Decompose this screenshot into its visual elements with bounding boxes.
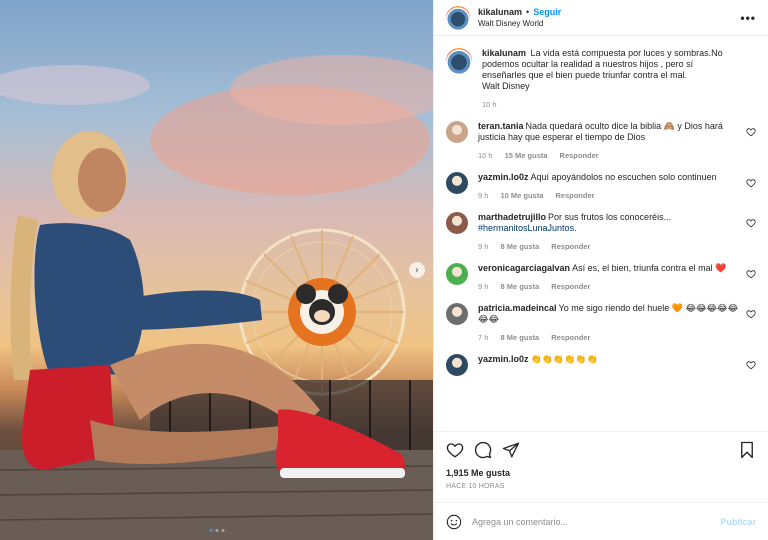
- reply-button[interactable]: Responder: [551, 333, 590, 342]
- carousel-dot-active: [209, 529, 212, 532]
- reply-button[interactable]: Responder: [551, 242, 590, 251]
- comment-text: Aquí apoyándolos no escuchen solo contin…: [530, 172, 717, 182]
- comment-body: marthadetrujillo Por sus frutos los conoc…: [478, 212, 743, 234]
- instagram-post-modal: › kikalunam • Seguir Walt Disney World •…: [0, 0, 768, 540]
- comment-likes[interactable]: 10 Me gusta: [500, 191, 543, 200]
- add-comment-bar: Publicar: [434, 502, 768, 540]
- comment-like-heart-icon[interactable]: [746, 309, 756, 319]
- likes-count[interactable]: 1,915 Me gusta: [446, 468, 756, 478]
- caption-body: kikalunam La vida está compuesta por luc…: [482, 48, 727, 92]
- comment-meta: 9 h 8 Me gusta Responder: [478, 242, 743, 251]
- reply-button[interactable]: Responder: [560, 151, 599, 160]
- post-header: kikalunam • Seguir Walt Disney World •••: [434, 0, 768, 36]
- commenter-avatar[interactable]: [446, 303, 468, 325]
- comment-time[interactable]: 10 h: [478, 151, 493, 160]
- action-icons: [446, 440, 756, 460]
- comment-like-heart-icon[interactable]: [746, 269, 756, 279]
- comment-input[interactable]: [472, 516, 711, 527]
- like-heart-icon[interactable]: [446, 441, 464, 459]
- follow-button[interactable]: Seguir: [533, 7, 561, 17]
- caption-author-avatar[interactable]: [446, 48, 472, 74]
- comment-meta: 7 h 8 Me gusta Responder: [478, 333, 743, 342]
- comment-text: Así es, el bien, triunfa contra el mal ❤…: [572, 263, 727, 273]
- caption-meta: 10 h: [482, 100, 727, 109]
- comments-list[interactable]: kikalunam La vida está compuesta por luc…: [434, 36, 768, 431]
- next-photo-button[interactable]: ›: [409, 262, 425, 278]
- comment-likes[interactable]: 8 Me gusta: [500, 333, 539, 342]
- caption-signature: Walt Disney: [482, 81, 530, 91]
- comment-like-heart-icon[interactable]: [746, 127, 756, 137]
- commenter-username[interactable]: teran.tania: [478, 121, 524, 131]
- commenter-avatar[interactable]: [446, 354, 468, 376]
- location-link[interactable]: Walt Disney World: [478, 19, 561, 28]
- commenter-username[interactable]: yazmin.lo0z: [478, 172, 529, 182]
- comment-row: yazmin.lo0z 👏👏👏👏👏👏: [446, 354, 756, 376]
- comment-text: 👏👏👏👏👏👏: [530, 354, 598, 364]
- commenter-avatar[interactable]: [446, 121, 468, 143]
- comment-row: marthadetrujillo Por sus frutos los conoc…: [446, 212, 756, 251]
- more-horizontal-icon[interactable]: •••: [740, 11, 756, 25]
- comment-likes[interactable]: 8 Me gusta: [500, 282, 539, 291]
- comment-meta: 10 h 15 Me gusta Responder: [478, 151, 743, 160]
- commenter-avatar[interactable]: [446, 263, 468, 285]
- comment-likes[interactable]: 15 Me gusta: [505, 151, 548, 160]
- post-side-panel: kikalunam • Seguir Walt Disney World •••…: [433, 0, 768, 540]
- post-caption: kikalunam La vida está compuesta por luc…: [446, 48, 756, 109]
- chevron-right-icon: ›: [415, 264, 419, 276]
- post-actions: 1,915 Me gusta HACE 10 HORAS: [434, 431, 768, 490]
- comment-row: veronicagarciagalvan Así es, el bien, tri…: [446, 263, 756, 291]
- carousel-indicator: [209, 529, 224, 532]
- author-username[interactable]: kikalunam: [478, 7, 522, 17]
- comment-like-heart-icon[interactable]: [746, 360, 756, 370]
- comment-like-heart-icon[interactable]: [746, 218, 756, 228]
- commenter-username[interactable]: marthadetrujillo: [478, 212, 546, 222]
- comment-text: Por sus frutos los conoceréis...: [548, 212, 672, 222]
- emoji-smiley-icon[interactable]: [446, 514, 462, 530]
- carousel-dot: [221, 529, 224, 532]
- carousel-dot: [215, 529, 218, 532]
- photo-illustration: [0, 55, 433, 540]
- share-paper-plane-icon[interactable]: [502, 441, 520, 459]
- comment-row: patricia.madeincal Yo me sigo riendo del …: [446, 303, 756, 342]
- comment-time[interactable]: 9 h: [478, 242, 488, 251]
- comment-meta: 9 h 8 Me gusta Responder: [478, 282, 743, 291]
- comment-time[interactable]: 7 h: [478, 333, 488, 342]
- separator-dot: •: [526, 7, 530, 17]
- caption-username[interactable]: kikalunam: [482, 48, 526, 58]
- author-avatar[interactable]: [446, 5, 470, 30]
- publish-button[interactable]: Publicar: [720, 517, 756, 527]
- comment-row: yazmin.lo0z Aquí apoyándolos no escuchen …: [446, 172, 756, 200]
- commenter-avatar[interactable]: [446, 172, 468, 194]
- comment-time[interactable]: 9 h: [478, 282, 488, 291]
- comment-likes[interactable]: 8 Me gusta: [500, 242, 539, 251]
- post-timestamp[interactable]: HACE 10 HORAS: [446, 483, 756, 490]
- comment-time[interactable]: 9 h: [478, 191, 488, 200]
- commenter-avatar[interactable]: [446, 212, 468, 234]
- comment-body: yazmin.lo0z 👏👏👏👏👏👏: [478, 354, 743, 365]
- reply-button[interactable]: Responder: [555, 191, 594, 200]
- comment-meta: 9 h 10 Me gusta Responder: [478, 191, 743, 200]
- author-line: kikalunam • Seguir: [478, 7, 561, 17]
- comment-body: veronicagarciagalvan Así es, el bien, tri…: [478, 263, 743, 274]
- bookmark-save-icon[interactable]: [738, 441, 756, 459]
- commenter-username[interactable]: patricia.madeincal: [478, 303, 557, 313]
- commenter-username[interactable]: yazmin.lo0z: [478, 354, 529, 364]
- comment-body: yazmin.lo0z Aquí apoyándolos no escuchen …: [478, 172, 743, 183]
- post-photo[interactable]: ›: [0, 0, 433, 540]
- commenter-username[interactable]: veronicagarciagalvan: [478, 263, 570, 273]
- comment-body: patricia.madeincal Yo me sigo riendo del …: [478, 303, 743, 325]
- comment-like-heart-icon[interactable]: [746, 178, 756, 188]
- author-info: kikalunam • Seguir Walt Disney World: [478, 7, 561, 28]
- comment-hashtag[interactable]: #hermanitosLunaJuntos.: [478, 223, 577, 233]
- comment-body: teran.tania Nada quedará oculto dice la b…: [478, 121, 743, 143]
- caption-time[interactable]: 10 h: [482, 100, 497, 109]
- comment-row: teran.tania Nada quedará oculto dice la b…: [446, 121, 756, 160]
- comment-bubble-icon[interactable]: [474, 441, 492, 459]
- reply-button[interactable]: Responder: [551, 282, 590, 291]
